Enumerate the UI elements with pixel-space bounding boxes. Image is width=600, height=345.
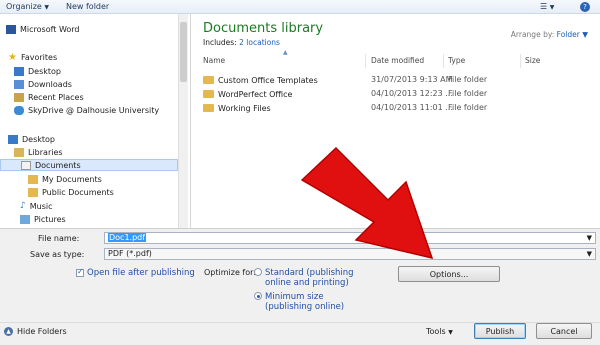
column-name[interactable]: Name <box>203 56 225 65</box>
open-after-publishing-checkbox[interactable] <box>76 267 84 277</box>
standard-radio[interactable] <box>254 268 262 276</box>
new-folder-button[interactable]: New folder <box>66 2 109 11</box>
nav-item-music[interactable]: ♪ Music <box>20 200 53 212</box>
skydrive-icon <box>14 105 24 115</box>
nav-item-documents[interactable]: Documents <box>0 159 178 171</box>
chevron-up-icon: ▲ <box>4 327 13 336</box>
file-name-label: File name: <box>38 234 80 243</box>
tools-dropdown[interactable]: Tools ▼ <box>426 327 453 336</box>
cancel-button[interactable]: Cancel <box>536 323 592 339</box>
column-divider[interactable] <box>365 54 366 68</box>
locations-link[interactable]: 2 locations <box>239 38 280 47</box>
optimize-for-label: Optimize for: <box>204 268 256 277</box>
recent-places-icon <box>14 92 24 102</box>
nav-item-desktop-fav[interactable]: Desktop <box>14 65 61 77</box>
star-icon: ★ <box>8 51 17 63</box>
chevron-down-icon[interactable]: ▼ <box>587 233 592 243</box>
nav-item-pictures[interactable]: Pictures <box>20 213 66 225</box>
view-options-icon[interactable]: ☰ ▼ <box>540 2 554 11</box>
open-after-publishing-option[interactable]: Open file after publishing <box>76 267 195 278</box>
desktop-icon <box>8 134 18 144</box>
nav-item-public-documents[interactable]: Public Documents <box>28 186 114 198</box>
column-divider[interactable] <box>520 54 521 68</box>
arrange-by: Arrange by: Folder ▼ <box>510 30 588 39</box>
libraries-icon <box>14 147 24 157</box>
documents-icon <box>21 160 31 170</box>
toolbar: Organize ▼ New folder ☰ ▼ ? <box>0 0 600 14</box>
options-button[interactable]: Options... <box>398 266 500 282</box>
nav-scrollbar[interactable] <box>178 14 188 228</box>
red-arrow-annotation <box>300 146 434 260</box>
column-divider[interactable] <box>443 54 444 68</box>
nav-item-microsoft-word[interactable]: Microsoft Word <box>6 23 80 35</box>
folder-icon <box>203 103 214 112</box>
hide-folders-button[interactable]: ▲ Hide Folders <box>4 327 67 336</box>
file-row[interactable]: Custom Office Templates 31/07/2013 9:13 … <box>199 73 591 86</box>
nav-item-recent-places[interactable]: Recent Places <box>14 91 84 103</box>
word-icon <box>6 24 16 34</box>
arrow-shape <box>300 146 434 260</box>
organize-button[interactable]: Organize ▼ <box>6 2 49 11</box>
library-title: Documents library <box>203 21 324 36</box>
publish-button[interactable]: Publish <box>474 323 526 339</box>
arrange-by-dropdown[interactable]: Folder ▼ <box>557 30 588 39</box>
file-row[interactable]: WordPerfect Office 04/10/2013 12:23 ... … <box>199 87 591 100</box>
desktop-icon <box>14 66 24 76</box>
folder-icon <box>203 89 214 98</box>
folder-icon <box>203 75 214 84</box>
column-date-modified[interactable]: Date modified <box>371 56 424 65</box>
minimum-size-option[interactable]: Minimum size (publishing online) <box>254 292 344 312</box>
nav-item-favorites[interactable]: ★ Favorites <box>8 51 57 63</box>
nav-item-my-documents[interactable]: My Documents <box>28 173 102 185</box>
nav-item-libraries[interactable]: Libraries <box>14 146 63 158</box>
chevron-down-icon[interactable]: ▼ <box>587 249 592 259</box>
downloads-icon <box>14 79 24 89</box>
nav-item-desktop[interactable]: Desktop <box>8 133 55 145</box>
save-as-type-label: Save as type: <box>30 250 85 259</box>
pictures-icon <box>20 214 30 224</box>
navigation-pane: Microsoft Word ★ Favorites Desktop Downl… <box>0 14 190 228</box>
folder-icon <box>28 174 38 184</box>
minimum-size-radio[interactable] <box>254 292 262 300</box>
help-icon[interactable]: ? <box>580 2 590 12</box>
library-includes: Includes: 2 locations <box>203 38 280 47</box>
sort-up-icon: ▲ <box>283 49 288 56</box>
file-row[interactable]: Working Files 04/10/2013 11:01 ... File … <box>199 101 591 114</box>
column-size[interactable]: Size <box>525 56 540 65</box>
standard-option[interactable]: Standard (publishing online and printing… <box>254 268 354 288</box>
scrollbar-thumb[interactable] <box>180 22 187 82</box>
nav-item-skydrive[interactable]: SkyDrive @ Dalhousie University <box>14 104 159 116</box>
folder-icon <box>28 187 38 197</box>
music-icon: ♪ <box>20 201 26 211</box>
column-type[interactable]: Type <box>448 56 465 65</box>
nav-item-downloads[interactable]: Downloads <box>14 78 72 90</box>
